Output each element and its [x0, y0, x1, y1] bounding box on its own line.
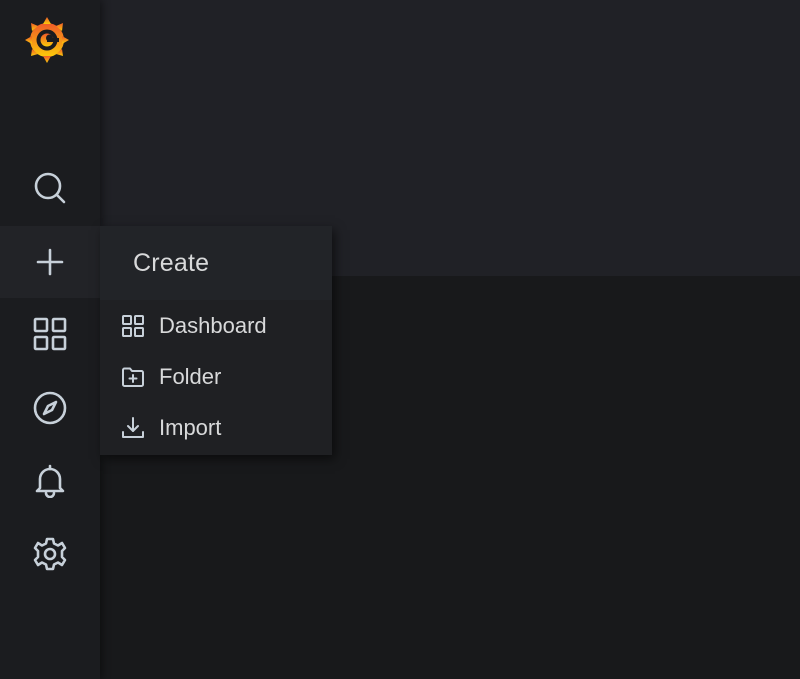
gear-icon: [33, 537, 67, 571]
create-menu-item-label: Dashboard: [159, 312, 267, 338]
sidemenu-item-configuration[interactable]: [0, 518, 100, 590]
sidemenu-item-search[interactable]: [0, 152, 100, 224]
sidemenu-item-create[interactable]: [0, 226, 100, 298]
create-menu-item-label: Import: [159, 414, 222, 440]
create-menu-item-folder[interactable]: Folder: [100, 351, 332, 402]
compass-icon: [33, 391, 67, 425]
grafana-logo-icon[interactable]: [22, 14, 72, 64]
search-icon: [34, 172, 66, 204]
import-icon: [120, 415, 146, 441]
bell-icon: [35, 464, 65, 498]
create-menu-item-label: Folder: [159, 363, 222, 389]
sidemenu-item-explore[interactable]: [0, 372, 100, 444]
create-menu-item-import[interactable]: Import: [100, 402, 332, 453]
create-menu-item-dashboard[interactable]: Dashboard: [100, 300, 332, 351]
folder-plus-icon: [120, 364, 146, 390]
sidemenu-item-dashboards[interactable]: [0, 298, 100, 370]
plus-icon: [36, 248, 64, 276]
create-dropdown-menu: Create Dashboard Folder Import: [100, 226, 332, 455]
apps-icon: [120, 313, 146, 339]
create-menu-header[interactable]: Create: [100, 226, 332, 300]
app: Create Dashboard Folder Import: [0, 0, 800, 679]
create-menu-list: Dashboard Folder Import: [100, 300, 332, 453]
create-menu-title: Create: [133, 248, 210, 277]
sidemenu-item-alerting[interactable]: [0, 445, 100, 517]
side-menu: [0, 0, 100, 679]
apps-icon: [33, 317, 67, 351]
